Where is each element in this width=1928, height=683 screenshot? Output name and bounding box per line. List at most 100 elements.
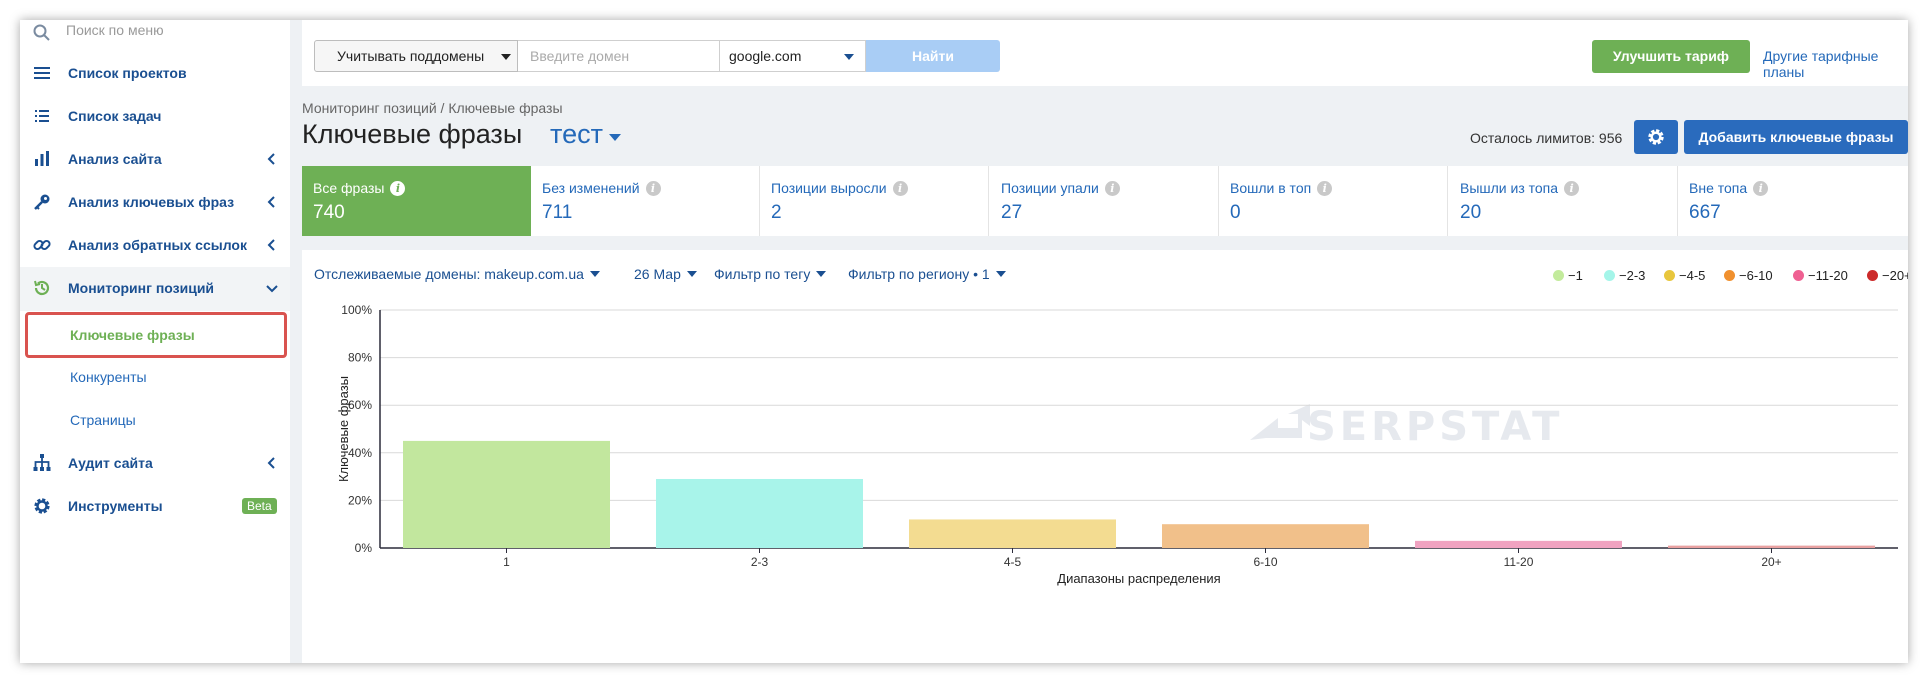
sidebar: Список проектов Список задач Анализ сайт… <box>20 20 290 663</box>
sidebar-subitem-keywords[interactable]: Ключевые фразы <box>20 310 290 358</box>
breadcrumb-separator: / <box>440 100 445 116</box>
info-icon[interactable]: i <box>892 181 908 196</box>
chart-panel: Отслеживаемые домены: makeup.com.ua 26 М… <box>302 250 1908 663</box>
breadcrumb: Мониторинг позиций / Ключевые фразы <box>302 100 563 116</box>
x-tick-label: 11-20 <box>1504 555 1534 569</box>
page-title: Ключевые фразы <box>302 119 523 149</box>
sidebar-item-label: Список проектов <box>68 65 187 81</box>
stat-tab-increased[interactable]: Позиции выросли i 2 <box>760 166 989 236</box>
sidebar-item-site-analysis[interactable]: Анализ сайта <box>20 138 290 180</box>
stat-value: 0 <box>1230 202 1241 223</box>
y-tick-label: 40% <box>348 446 372 460</box>
legend-label: −6-10 <box>1739 268 1773 283</box>
link-icon <box>33 239 51 251</box>
legend-item[interactable]: −2-3 <box>1604 268 1645 283</box>
sidebar-item-projects[interactable]: Список проектов <box>20 52 290 94</box>
legend-dot <box>1664 270 1675 281</box>
serpstat-logo-icon <box>1250 404 1310 440</box>
date-filter[interactable]: 26 Мар <box>634 266 697 282</box>
caret-down-icon <box>844 54 854 60</box>
info-icon[interactable]: i <box>1104 181 1120 196</box>
search-engine-select[interactable]: google.com <box>720 40 866 72</box>
upgrade-button[interactable]: Улучшить тариф <box>1592 40 1750 73</box>
app-window: Список проектов Список задач Анализ сайт… <box>20 20 1908 663</box>
sitemap-icon <box>33 454 51 471</box>
x-tick-label: 6-10 <box>1253 555 1277 569</box>
caret-down-icon <box>995 271 1006 277</box>
chevron-left-icon <box>267 196 275 208</box>
info-icon[interactable]: i <box>390 181 406 196</box>
sidebar-item-tools[interactable]: Инструменты Beta <box>20 485 290 527</box>
stats-tabs: Все фразы i 740 Без изменений i 711 Позици… <box>302 166 1908 236</box>
caret-down-icon <box>589 271 600 277</box>
domain-input[interactable] <box>518 40 720 72</box>
history-icon <box>34 280 50 296</box>
info-icon[interactable]: i <box>1753 181 1769 196</box>
stat-label: Все фразы <box>313 180 385 196</box>
info-icon[interactable]: i <box>1317 181 1333 196</box>
sidebar-search-input[interactable] <box>66 22 266 38</box>
stat-tab-out-of-top[interactable]: Вне топа i 667 <box>1678 166 1908 236</box>
stat-tab-entered-top[interactable]: Вошли в топ i 0 <box>1219 166 1448 236</box>
settings-button[interactable] <box>1634 120 1678 154</box>
find-button[interactable]: Найти <box>866 40 1000 72</box>
x-tick-label: 4-5 <box>1004 555 1022 569</box>
stat-tab-decreased[interactable]: Позиции упали i 27 <box>990 166 1219 236</box>
subdomains-dropdown[interactable]: Учитывать поддомены <box>314 40 518 72</box>
sidebar-item-keyword-analysis[interactable]: Анализ ключевых фраз <box>20 181 290 223</box>
legend-item[interactable]: −11-20 <box>1793 268 1848 283</box>
caret-down-icon <box>686 271 697 277</box>
search-icon <box>33 24 50 41</box>
bar <box>1668 545 1875 548</box>
list-icon <box>35 110 49 122</box>
stat-tab-all[interactable]: Все фразы i 740 <box>302 166 531 236</box>
tag-filter[interactable]: Фильтр по тегу <box>714 266 827 282</box>
sidebar-subitem-competitors[interactable]: Конкуренты <box>20 355 290 399</box>
info-icon[interactable]: i <box>645 181 661 196</box>
sidebar-item-site-audit[interactable]: Аудит сайта <box>20 442 290 484</box>
legend-label: −2-3 <box>1619 268 1646 283</box>
date-filter-label: 26 Мар <box>634 266 681 282</box>
legend-dot <box>1867 270 1878 281</box>
tag-filter-label: Фильтр по тегу <box>714 266 811 282</box>
add-keywords-button[interactable]: Добавить ключевые фразы <box>1684 120 1908 154</box>
stat-label: Вошли в топ <box>1230 180 1312 196</box>
legend-item[interactable]: −1 <box>1553 268 1583 283</box>
stat-label: Позиции упали <box>1001 180 1099 196</box>
legend-item[interactable]: −6-10 <box>1724 268 1773 283</box>
y-tick-label: 20% <box>348 493 372 507</box>
region-filter[interactable]: Фильтр по региону • 1 <box>848 266 1006 282</box>
info-icon[interactable]: i <box>1564 181 1580 196</box>
stat-tab-unchanged[interactable]: Без изменений i 711 <box>531 166 760 236</box>
sidebar-item-rank-tracker[interactable]: Мониторинг позиций <box>20 267 290 311</box>
key-icon <box>34 194 50 210</box>
legend-label: −20+ <box>1882 268 1908 283</box>
project-selector[interactable]: тест <box>550 119 603 150</box>
gear-icon <box>34 498 50 514</box>
sidebar-item-backlinks[interactable]: Анализ обратных ссылок <box>20 224 290 266</box>
plans-link[interactable]: Другие тарифные планы <box>1763 48 1908 80</box>
legend-label: −4-5 <box>1679 268 1706 283</box>
stat-value: 27 <box>1001 202 1023 223</box>
sidebar-subitem-pages[interactable]: Страницы <box>20 398 290 442</box>
y-tick-label: 80% <box>348 351 372 365</box>
domains-filter[interactable]: Отслеживаемые домены: makeup.com.ua <box>314 266 600 282</box>
breadcrumb-item[interactable]: Мониторинг позиций <box>302 100 437 116</box>
sidebar-search[interactable] <box>20 20 290 46</box>
stat-value: 2 <box>771 202 782 223</box>
legend-item[interactable]: −4-5 <box>1664 268 1705 283</box>
y-axis-label: Ключевые фразы <box>336 376 351 482</box>
caret-down-icon[interactable] <box>609 134 621 141</box>
caret-down-icon <box>501 54 511 60</box>
x-tick-label: 2-3 <box>751 555 769 569</box>
sidebar-item-tasks[interactable]: Список задач <box>20 95 290 137</box>
y-tick-label: 100% <box>341 303 372 317</box>
x-tick-label: 1 <box>503 555 510 569</box>
sidebar-item-label: Анализ ключевых фраз <box>68 194 235 210</box>
stat-label: Позиции выросли <box>771 180 887 196</box>
beta-badge: Beta <box>242 498 277 514</box>
x-tick-label: 20+ <box>1761 555 1781 569</box>
legend-item[interactable]: −20+ <box>1867 268 1908 283</box>
bar-chart-icon <box>35 151 49 166</box>
stat-tab-left-top[interactable]: Вышли из топа i 20 <box>1449 166 1678 236</box>
